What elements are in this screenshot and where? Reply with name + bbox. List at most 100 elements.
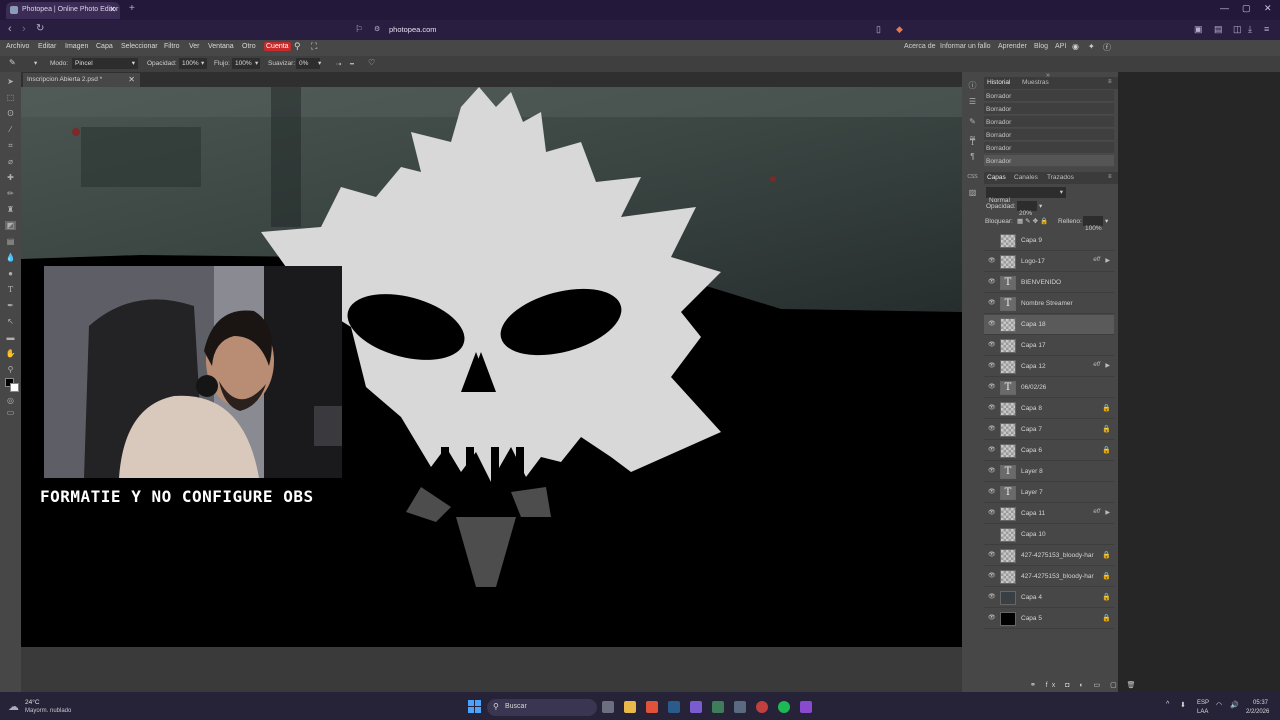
visibility-eye-icon[interactable]: 👁 <box>988 362 996 369</box>
gradient-tool-icon[interactable]: ▤ <box>5 237 16 246</box>
layer-row[interactable]: 👁 Capa 18 <box>984 315 1114 335</box>
hand-tool-icon[interactable]: ✋ <box>5 349 16 358</box>
split-view-icon[interactable]: ◫ <box>1233 24 1242 35</box>
obs-icon[interactable] <box>756 701 768 713</box>
reload-icon[interactable]: ↻ <box>36 23 44 34</box>
reddit-icon[interactable]: ◉ <box>1072 42 1079 51</box>
layer-row[interactable]: 👁 Logo-17 eff ▶ <box>984 252 1114 272</box>
maximize-icon[interactable]: ▢ <box>1242 3 1251 14</box>
layer-row[interactable]: 👁 Capa 8 🔒 <box>984 399 1114 419</box>
type-tool-icon[interactable]: T <box>5 285 16 294</box>
browser-menu-icon[interactable]: ≡ <box>1264 24 1269 34</box>
heart-icon[interactable]: ♡ <box>368 58 375 67</box>
effects-icon[interactable]: eff <box>1093 257 1100 263</box>
layer-row[interactable]: 👁 Capa 12 eff ▶ <box>984 357 1114 377</box>
visibility-eye-icon[interactable]: 👁 <box>988 572 996 579</box>
tray-arrow-icon[interactable]: ^ <box>1166 701 1169 708</box>
path-select-tool-icon[interactable]: ↖ <box>5 317 16 326</box>
visibility-eye-icon[interactable]: 👁 <box>988 404 996 411</box>
healing-tool-icon[interactable]: ✚ <box>5 173 16 182</box>
account-button[interactable]: Cuenta <box>264 42 291 51</box>
history-entry[interactable]: Borrador <box>984 129 1114 141</box>
tab-historial[interactable]: Historial <box>987 79 1010 86</box>
layer-row[interactable]: 👁 427-4275153_bloody-har 🔒 <box>984 567 1114 587</box>
layer-actions-toolbar-icon[interactable]: ⚭ fx ◘ ◐ ▭ ▢ 🗑 <box>1030 681 1140 689</box>
brush-angle-icon[interactable]: ━ <box>350 60 354 68</box>
clock-time[interactable]: 05:37 <box>1253 700 1268 706</box>
layer-row[interactable]: 👁 Capa 4 🔒 <box>984 588 1114 608</box>
shape-tool-icon[interactable]: ▬ <box>5 333 16 342</box>
fill-dropdown-icon[interactable]: ▾ <box>1105 217 1108 225</box>
volume-icon[interactable]: 🔊 <box>1230 701 1239 709</box>
wallet-icon[interactable]: ▤ <box>1214 24 1223 35</box>
visibility-eye-icon[interactable]: 👁 <box>988 593 996 600</box>
flow-dropdown-icon[interactable]: ▾ <box>255 59 258 67</box>
minimize-icon[interactable]: — <box>1220 3 1229 13</box>
layer-opacity-dropdown-icon[interactable]: ▾ <box>1039 202 1042 210</box>
effects-icon[interactable]: eff <box>1093 362 1100 368</box>
weather-icon[interactable]: ☁ <box>8 700 19 713</box>
lock-options-icon[interactable]: ▦✎✥🔒 <box>1017 217 1050 225</box>
expand-effects-icon[interactable]: ▶ <box>1105 362 1110 369</box>
url-text[interactable]: photopea.com <box>389 25 437 34</box>
search-icon[interactable]: ⚲ <box>294 41 301 52</box>
visibility-eye-icon[interactable]: 👁 <box>988 446 996 453</box>
history-entry[interactable]: Borrador <box>984 155 1114 167</box>
menu-capa[interactable]: Capa <box>96 43 113 50</box>
layer-row[interactable]: 👁 427-4275153_bloody-har 🔒 <box>984 546 1114 566</box>
language-bottom[interactable]: LAA <box>1197 709 1208 715</box>
visibility-eye-icon[interactable]: 👁 <box>988 320 996 327</box>
brush-size-icon[interactable]: ⇢ <box>336 60 341 68</box>
background-color-swatch[interactable] <box>10 383 19 392</box>
tab-canales[interactable]: Canales <box>1014 174 1038 181</box>
visibility-eye-icon[interactable]: 👁 <box>988 341 996 348</box>
visibility-eye-icon[interactable]: 👁 <box>988 278 996 285</box>
wifi-icon[interactable]: ◠ <box>1216 701 1222 709</box>
eraser-tool-active-icon[interactable]: ◩ <box>5 221 16 230</box>
sidebar-icon[interactable]: ▣ <box>1194 24 1203 35</box>
menu-filtro[interactable]: Filtro <box>164 43 180 50</box>
tab-muestras[interactable]: Muestras <box>1022 79 1049 86</box>
paragraph-icon[interactable]: ¶ <box>967 152 978 162</box>
clone-stamp-tool-icon[interactable]: ♜ <box>5 205 16 214</box>
steam-icon[interactable] <box>668 701 680 713</box>
visibility-eye-icon[interactable]: 👁 <box>988 299 996 306</box>
menu-api[interactable]: API <box>1055 43 1066 50</box>
file-explorer-icon[interactable] <box>624 701 636 713</box>
brave-shield-icon[interactable]: ◆ <box>896 24 903 35</box>
menu-ventana[interactable]: Ventana <box>208 43 234 50</box>
layer-row[interactable]: 👁 T Nombre Streamer <box>984 294 1114 314</box>
effects-icon[interactable]: eff <box>1093 509 1100 515</box>
lasso-tool-icon[interactable]: ʘ <box>5 109 16 118</box>
menu-seleccionar[interactable]: Seleccionar <box>121 43 158 50</box>
close-document-icon[interactable]: ✕ <box>128 75 135 84</box>
fill-input[interactable]: 100% <box>1083 216 1103 232</box>
layer-row[interactable]: 👁 Capa 7 🔒 <box>984 420 1114 440</box>
menu-ver[interactable]: Ver <box>189 43 200 50</box>
move-tool-icon[interactable]: ➤ <box>5 77 16 86</box>
crop-tool-icon[interactable]: ⌗ <box>5 141 16 150</box>
expand-effects-icon[interactable]: ▶ <box>1105 509 1110 516</box>
layer-row[interactable]: 👁 T Layer 8 <box>984 462 1114 482</box>
visibility-eye-icon[interactable]: 👁 <box>988 509 996 516</box>
tab-trazados[interactable]: Trazados <box>1047 174 1074 181</box>
screen-mode-icon[interactable]: ▭ <box>5 408 16 417</box>
smooth-dropdown-icon[interactable]: ▾ <box>318 59 321 67</box>
download-icon[interactable]: ⤓ <box>1248 24 1252 35</box>
close-window-icon[interactable]: ✕ <box>1264 3 1272 14</box>
page-icon[interactable]: ▯ <box>876 24 881 35</box>
app-icon[interactable] <box>800 701 812 713</box>
layer-row[interactable]: Capa 10 <box>984 525 1114 545</box>
blur-tool-icon[interactable]: 💧 <box>5 253 16 262</box>
quick-mask-icon[interactable]: ◎ <box>5 396 16 405</box>
menu-blog[interactable]: Blog <box>1034 43 1048 50</box>
spotify-icon[interactable] <box>778 701 790 713</box>
blend-mode-select[interactable]: Normal ▾ <box>986 187 1066 204</box>
tab-capas[interactable]: Capas <box>987 174 1006 181</box>
eraser-tool-icon[interactable]: ✎ <box>9 58 16 67</box>
layer-row[interactable]: 👁 Capa 5 🔒 <box>984 609 1114 629</box>
clock-date[interactable]: 2/2/2026 <box>1246 709 1269 715</box>
smooth-input[interactable]: 0% <box>296 58 320 69</box>
eyedropper-tool-icon[interactable]: ⌀ <box>5 157 16 166</box>
app-icon[interactable] <box>712 701 724 713</box>
